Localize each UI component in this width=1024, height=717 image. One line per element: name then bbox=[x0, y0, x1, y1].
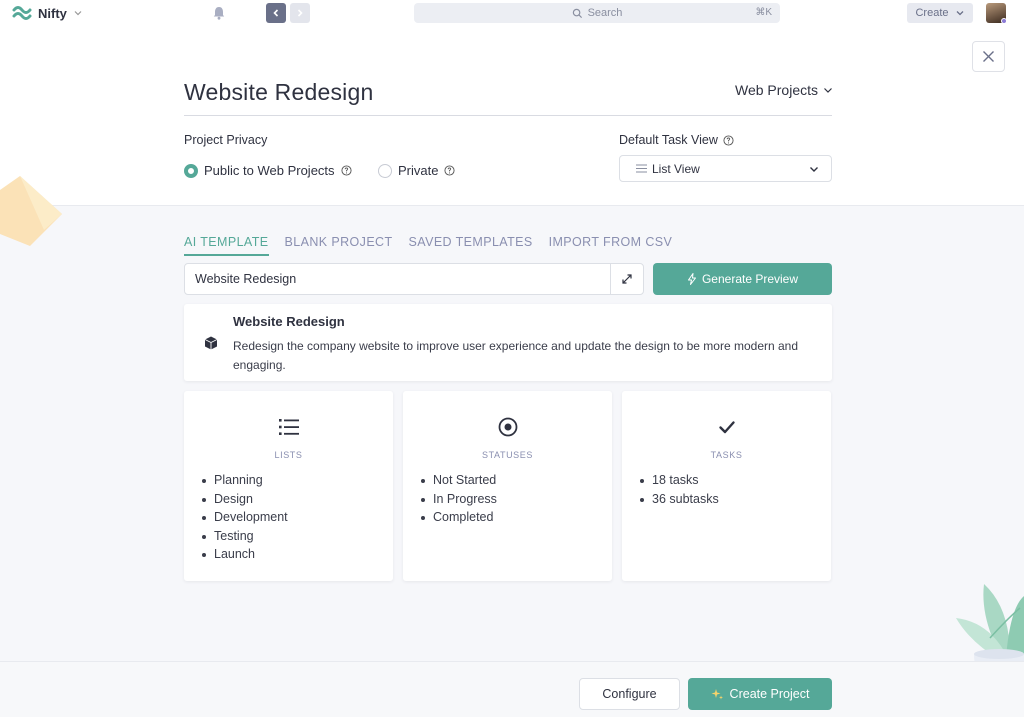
sticky-note-illustration bbox=[0, 176, 62, 246]
help-icon[interactable] bbox=[723, 134, 734, 146]
radio-unselected[interactable] bbox=[378, 163, 392, 178]
list-icon bbox=[636, 164, 647, 173]
privacy-label: Project Privacy bbox=[184, 133, 268, 147]
chevron-down-icon bbox=[74, 11, 82, 16]
privacy-option-label: Private bbox=[398, 163, 439, 178]
privacy-option-label: Public to Web Projects bbox=[204, 163, 335, 178]
create-label: Create bbox=[915, 7, 949, 19]
expand-icon bbox=[622, 274, 632, 284]
close-icon bbox=[983, 51, 994, 62]
back-button[interactable] bbox=[266, 3, 286, 23]
create-project-label: Create Project bbox=[729, 687, 810, 701]
tab-ai-template[interactable]: AI TEMPLATE bbox=[184, 235, 269, 256]
create-project-button[interactable]: Create Project bbox=[688, 678, 832, 710]
configure-button[interactable]: Configure bbox=[579, 678, 680, 710]
tab-blank-project[interactable]: BLANK PROJECT bbox=[285, 235, 393, 256]
privacy-option-private[interactable]: Private bbox=[378, 163, 456, 178]
project-group-select[interactable]: Web Projects bbox=[735, 82, 833, 98]
tasks-heading: TASKS bbox=[710, 450, 743, 460]
tasks-card: TASKS 18 tasks 36 subtasks bbox=[622, 391, 831, 581]
list-item: Completed bbox=[421, 508, 497, 527]
list-item: Not Started bbox=[421, 471, 497, 490]
ai-prompt-input[interactable]: Website Redesign bbox=[184, 263, 611, 295]
search-shortcut: ⌘K bbox=[755, 7, 772, 18]
list-item: Development bbox=[202, 508, 288, 527]
preview-title: Website Redesign bbox=[233, 314, 345, 329]
close-button[interactable] bbox=[972, 41, 1005, 72]
template-tabs: AI TEMPLATE BLANK PROJECT SAVED TEMPLATE… bbox=[184, 235, 672, 256]
forward-button[interactable] bbox=[290, 3, 310, 23]
search-input[interactable]: Search ⌘K bbox=[414, 3, 780, 23]
cube-icon bbox=[204, 336, 218, 350]
chevron-left-icon bbox=[273, 9, 279, 17]
preview-description-card: Website Redesign Redesign the company we… bbox=[184, 304, 832, 381]
expand-button[interactable] bbox=[610, 263, 644, 295]
lightning-icon bbox=[687, 273, 696, 285]
create-button[interactable]: Create bbox=[907, 3, 973, 23]
default-task-view-label: Default Task View bbox=[619, 133, 734, 147]
statuses-list: Not Started In Progress Completed bbox=[421, 471, 497, 527]
lists-list: Planning Design Development Testing Laun… bbox=[202, 471, 288, 564]
tab-saved-templates[interactable]: SAVED TEMPLATES bbox=[409, 235, 533, 256]
list-item: Testing bbox=[202, 527, 288, 546]
sparkles-icon bbox=[711, 688, 723, 699]
footer-bar bbox=[0, 661, 1024, 717]
list-item: 36 subtasks bbox=[640, 490, 719, 509]
tasks-list: 18 tasks 36 subtasks bbox=[640, 471, 719, 508]
tab-import-from-csv[interactable]: IMPORT FROM CSV bbox=[549, 235, 673, 256]
project-group-label: Web Projects bbox=[735, 82, 818, 98]
project-title-input[interactable]: Website Redesign bbox=[184, 79, 373, 106]
list-icon bbox=[278, 419, 299, 435]
app-switcher[interactable]: Nifty bbox=[12, 3, 83, 23]
chevron-down-icon bbox=[810, 167, 818, 172]
bell-icon[interactable] bbox=[211, 5, 227, 21]
list-item: Design bbox=[202, 490, 288, 509]
help-icon[interactable] bbox=[444, 165, 456, 176]
title-divider bbox=[184, 115, 832, 116]
lists-heading: LISTS bbox=[274, 450, 303, 460]
list-item: Launch bbox=[202, 545, 288, 564]
privacy-option-public[interactable]: Public to Web Projects bbox=[184, 163, 352, 178]
preview-description: Redesign the company website to improve … bbox=[233, 339, 799, 372]
generate-preview-button[interactable]: Generate Preview bbox=[653, 263, 832, 295]
statuses-card: STATUSES Not Started In Progress Complet… bbox=[403, 391, 612, 581]
help-icon[interactable] bbox=[341, 165, 352, 176]
chevron-down-icon bbox=[824, 88, 832, 93]
app-name: Nifty bbox=[38, 5, 67, 21]
lists-card: LISTS Planning Design Development Testin… bbox=[184, 391, 393, 581]
list-item: 18 tasks bbox=[640, 471, 719, 490]
status-circle-icon bbox=[498, 417, 517, 437]
radio-selected[interactable] bbox=[184, 163, 198, 178]
chevron-right-icon bbox=[297, 9, 303, 17]
top-bar: Nifty Search ⌘K Create bbox=[0, 0, 1024, 26]
project-header-panel bbox=[0, 26, 1024, 206]
nifty-logo-icon bbox=[12, 6, 32, 20]
default-task-view-select[interactable]: List View bbox=[619, 155, 832, 182]
list-item: In Progress bbox=[421, 490, 497, 509]
default-task-view-text: Default Task View bbox=[619, 133, 718, 147]
generate-preview-label: Generate Preview bbox=[701, 272, 799, 286]
chevron-down-icon bbox=[956, 11, 963, 16]
checkmark-icon bbox=[718, 421, 735, 434]
list-item: Planning bbox=[202, 471, 288, 490]
default-task-view-value: List View bbox=[652, 161, 700, 176]
search-placeholder: Search bbox=[587, 7, 623, 19]
status-dot bbox=[1001, 18, 1007, 24]
search-icon bbox=[572, 8, 582, 18]
statuses-heading: STATUSES bbox=[482, 450, 533, 460]
